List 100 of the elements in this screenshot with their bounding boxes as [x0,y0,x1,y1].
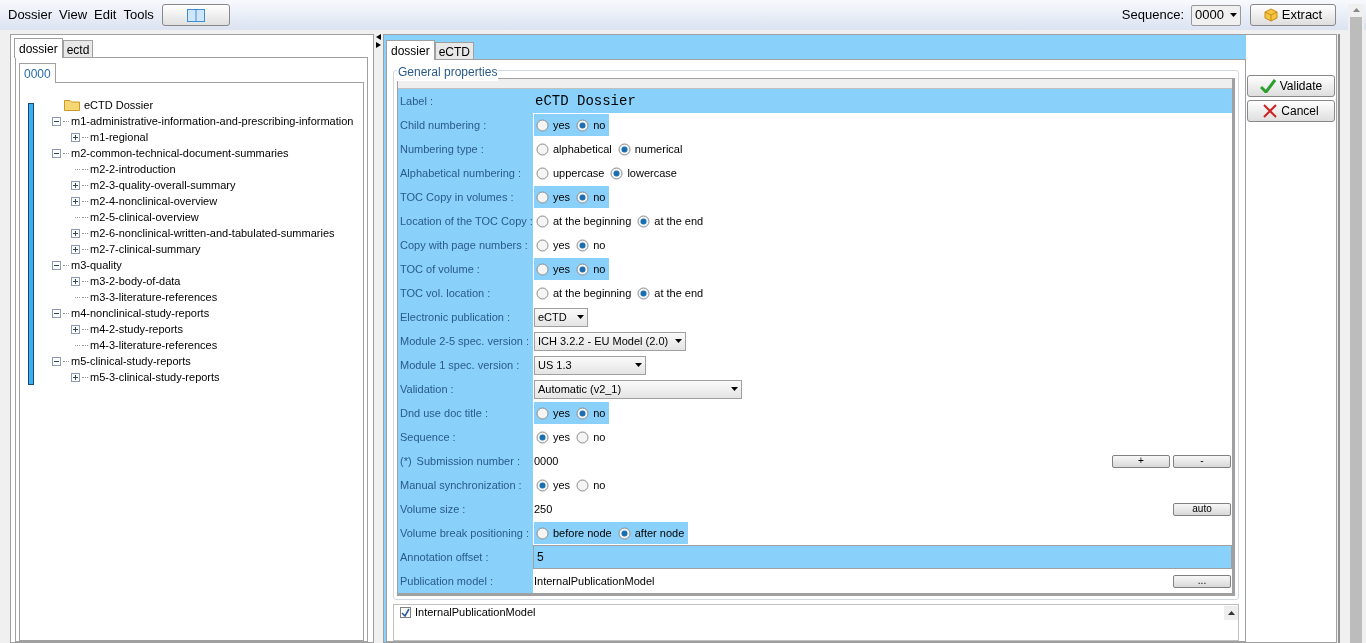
option-label[interactable]: lowercase [627,164,677,182]
option-label[interactable]: before node [553,524,612,542]
option-label[interactable]: at the end [654,284,704,302]
option-label[interactable]: uppercase [553,164,605,182]
option-label[interactable]: alphabetical [553,140,612,158]
radio-button[interactable] [637,214,651,228]
dropdown[interactable]: US 1.3 [534,355,646,375]
expand-right-icon[interactable] [376,42,381,48]
scroll-up-arrow-icon[interactable] [1352,8,1360,12]
radio-button[interactable] [536,406,549,420]
dropdown[interactable]: ICH 3.2.2 - EU Model (2.0) [534,331,686,351]
expand-icon[interactable] [71,228,80,238]
option-label[interactable]: at the beginning [553,212,632,230]
radio-button[interactable] [637,286,651,300]
tree-item[interactable]: m2-3-quality-overall-summary [90,176,236,194]
radio-button[interactable] [536,190,549,204]
small-button[interactable]: + [1112,454,1170,468]
tab[interactable]: dossier [386,40,435,60]
tree-item[interactable]: m2-4-nonclinical-overview [90,192,218,210]
radio-button[interactable] [576,430,590,444]
radio-button[interactable] [536,142,549,156]
tree-item[interactable]: m4-3-literature-references [90,336,218,354]
tree-item[interactable]: m5-3-clinical-study-reports [90,368,220,386]
option-label[interactable]: yes [553,428,571,446]
tree-item[interactable]: m4-nonclinical-study-reports [71,304,210,322]
tree-item[interactable]: m5-clinical-study-reports [71,352,191,370]
layout-button[interactable] [161,4,230,26]
collapse-icon[interactable] [52,308,61,318]
option-label[interactable]: at the beginning [553,284,632,302]
radio-button[interactable] [576,118,590,132]
radio-button[interactable] [536,430,549,444]
collapse-icon[interactable] [52,116,61,126]
small-button[interactable]: - [1173,454,1231,468]
menu-item[interactable]: Dossier [8,5,53,25]
option-label[interactable]: after node [634,524,685,542]
option-label[interactable]: yes [553,188,571,206]
collapse-icon[interactable] [52,148,61,158]
tab[interactable]: eCTD [434,42,475,59]
collapse-icon[interactable] [52,356,61,366]
radio-button[interactable] [536,214,549,228]
extract-button[interactable]: Extract [1250,4,1336,26]
tree-item[interactable]: m2-5-clinical-overview [90,208,199,226]
radio-button[interactable] [536,526,549,540]
radio-button[interactable] [576,262,590,276]
label-input[interactable]: eCTD Dossier [533,89,1232,113]
expand-icon[interactable] [71,244,80,254]
checkbox[interactable] [400,607,411,618]
expand-icon[interactable] [71,372,80,382]
text-input[interactable]: 5 [533,545,1232,569]
radio-button[interactable] [617,142,631,156]
tree-item[interactable]: m1-administrative-information-and-prescribing-information [71,112,354,130]
option-label[interactable]: no [593,428,606,446]
dropdown[interactable]: Automatic (v2_1) [534,379,742,399]
vertical-scrollbar[interactable] [1348,4,1364,643]
radio-button[interactable] [536,286,549,300]
radio-button[interactable] [617,526,631,540]
expand-icon[interactable] [71,132,80,142]
radio-button[interactable] [536,238,549,252]
radio-button[interactable] [536,166,549,180]
option-label[interactable]: numerical [634,140,683,158]
menu-item[interactable]: View [59,5,88,25]
menu-item[interactable]: Tools [123,5,154,25]
expand-icon[interactable] [71,180,80,190]
option-label[interactable]: no [593,188,606,206]
small-button[interactable]: auto [1173,502,1231,516]
option-label[interactable]: yes [553,404,571,422]
tab[interactable]: dossier [14,38,63,58]
expand-icon[interactable] [71,276,80,286]
option-label[interactable]: yes [553,236,571,254]
option-label[interactable]: no [593,116,606,134]
radio-button[interactable] [576,406,590,420]
option-label[interactable]: yes [553,116,571,134]
radio-button[interactable] [576,238,590,252]
expand-icon[interactable] [71,324,80,334]
small-button[interactable]: ... [1173,574,1231,588]
tree-item[interactable]: m2-6-nonclinical-written-and-tabulated-summaries [90,224,335,242]
option-label[interactable]: no [593,260,606,278]
tab[interactable]: ectd [62,40,94,57]
radio-button[interactable] [536,118,549,132]
tree-item[interactable]: m2-common-technical-document-summaries [71,144,289,162]
option-label[interactable]: yes [553,476,571,494]
expand-icon[interactable] [71,196,80,206]
scroll-up-button[interactable] [1224,606,1238,620]
tab[interactable]: 0000 [19,63,56,83]
action-button[interactable]: Cancel [1247,100,1335,122]
tree-item[interactable]: m2-7-clinical-summary [90,240,201,258]
radio-button[interactable] [610,166,624,180]
option-label[interactable]: no [593,404,606,422]
option-label[interactable]: no [593,236,606,254]
radio-button[interactable] [536,262,549,276]
tree-item[interactable]: m4-2-study-reports [90,320,183,338]
tree-item[interactable]: m3-3-literature-references [90,288,218,306]
tree-item[interactable]: m2-2-introduction [90,160,176,178]
menu-item[interactable]: Edit [94,5,117,25]
option-label[interactable]: no [593,476,606,494]
tree-item[interactable]: m1-regional [90,128,149,146]
radio-button[interactable] [536,478,549,492]
sequence-dropdown[interactable]: 0000 [1191,4,1241,26]
collapse-left-icon[interactable] [376,34,381,40]
tree-item[interactable]: m3-quality [71,256,122,274]
